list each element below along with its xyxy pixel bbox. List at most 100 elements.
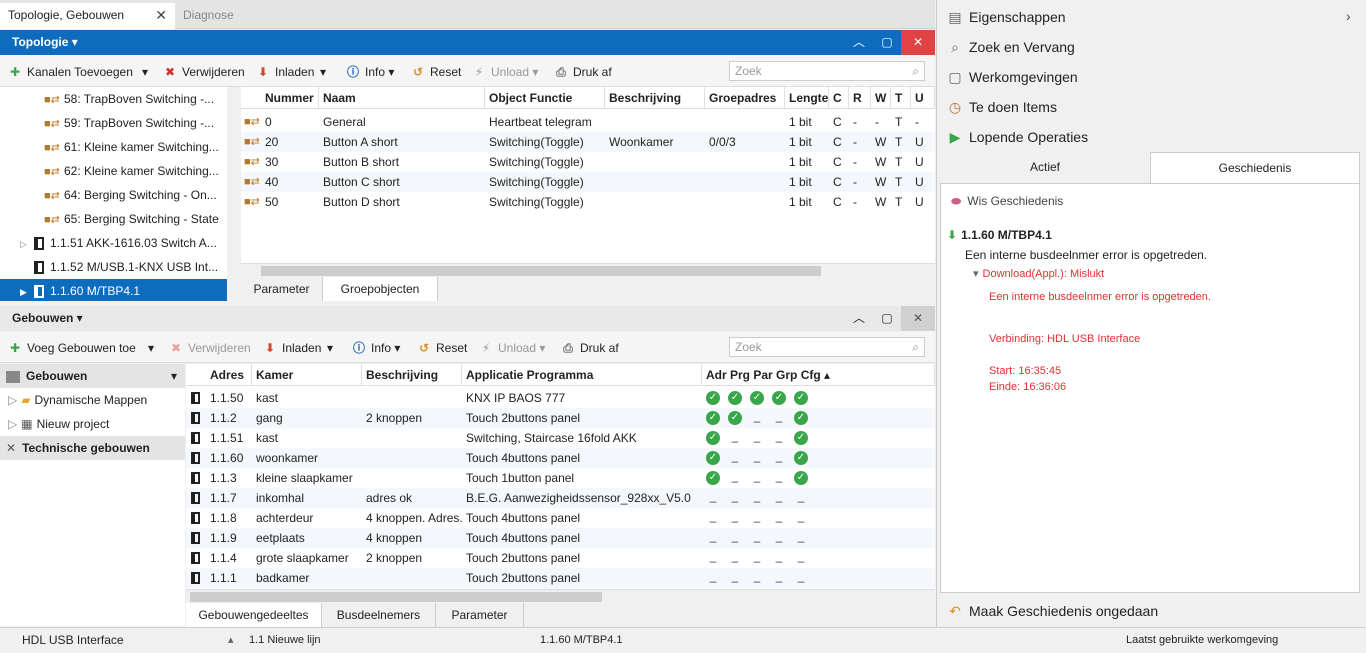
print-button[interactable]: ⎙ Druk af xyxy=(554,63,612,81)
tree-item[interactable]: ■⇄ 64: Berging Switching - On... xyxy=(0,183,227,207)
collapse-icon[interactable]: ︿ xyxy=(845,30,873,55)
table-row[interactable]: 1.1.1 badkamer Touch 2buttons panel – – – – – xyxy=(186,568,935,588)
table-row[interactable]: 1.1.7 inkomhal adres ok B.E.G. Aanwezigheid… xyxy=(186,488,935,508)
table-row[interactable]: ■⇄ 50 Button D short Switching(Toggle) 1 bit… xyxy=(241,192,935,212)
tab-geschiedenis[interactable]: Geschiedenis xyxy=(1150,152,1360,183)
undo-history-button[interactable]: ↶ Maak Geschiedenis ongedaan xyxy=(946,598,1158,624)
todo-item[interactable]: ◷ Te doen Items xyxy=(946,94,1057,120)
table-row[interactable]: 1.1.8 achterdeur 4 knoppen. Adres... Touch … xyxy=(186,508,935,528)
column-header[interactable]: Naam xyxy=(319,87,485,109)
collapse-icon[interactable]: ︿ xyxy=(845,306,873,331)
expand-icon[interactable]: ▷ xyxy=(8,417,17,431)
expand-icon[interactable]: ▶ xyxy=(20,280,34,301)
clear-history-button[interactable]: ⬬ Wis Geschiedenis xyxy=(951,194,1063,209)
scroll-thumb[interactable] xyxy=(261,266,821,276)
expand-icon[interactable]: ▷ xyxy=(20,232,34,256)
tree-item[interactable]: ▶ 1.1.60 M/TBP4.1 xyxy=(0,279,227,301)
dropdown-arrow-icon[interactable]: ▾ xyxy=(142,63,148,81)
close-icon[interactable]: ✕ xyxy=(901,30,935,55)
technical-buildings-header[interactable]: ✕ Technische gebouwen xyxy=(0,436,185,460)
unload-button[interactable]: ⚡ Unload ▾ xyxy=(472,63,539,81)
tab-topologie-gebouwen[interactable]: Topologie, Gebouwen ✕ xyxy=(0,3,175,29)
table-row[interactable]: 1.1.3 kleine slaapkamer Touch 1button pane… xyxy=(186,468,935,488)
tree-item[interactable]: ■⇄ 58: TrapBoven Switching -... xyxy=(0,87,227,111)
tree-item[interactable]: 1.1.52 M/USB.1-KNX USB Int... xyxy=(0,255,227,279)
download-failed-item[interactable]: ▾ Download(Appl.): Mislukt xyxy=(973,267,1104,280)
table-row[interactable]: ■⇄ 40 Button C short Switching(Toggle) 1 bit… xyxy=(241,172,935,192)
workspaces-item[interactable]: ▢ Werkomgevingen xyxy=(946,64,1077,90)
table-row[interactable]: 1.1.4 grote slaapkamer 2 knoppen Touch 2but… xyxy=(186,548,935,568)
add-buildings-button[interactable]: ✚ Voeg Gebouwen toe xyxy=(8,339,136,357)
reset-button[interactable]: ↺ Reset xyxy=(411,63,461,81)
unload-button[interactable]: ⚡ Unload ▾ xyxy=(479,339,546,357)
tab-parameter[interactable]: Parameter xyxy=(241,277,323,301)
dropdown-arrow-icon[interactable]: ▾ xyxy=(148,339,154,357)
tab-busdeelnemers[interactable]: Busdeelnemers xyxy=(322,603,436,627)
column-header[interactable]: Groepadres xyxy=(705,87,785,109)
reset-button[interactable]: ↺ Reset xyxy=(417,339,467,357)
tree-item[interactable]: ■⇄ 62: Kleine kamer Switching... xyxy=(0,159,227,183)
remove-button[interactable]: ✖ Verwijderen xyxy=(163,63,245,81)
scroll-thumb[interactable] xyxy=(190,592,602,602)
topology-search-input[interactable]: Zoek ⌕ xyxy=(729,61,925,81)
table-row[interactable]: 1.1.51 kast Switching, Staircase 16fold AK… xyxy=(186,428,935,448)
info-button[interactable]: ⓘ Info ▾ xyxy=(352,339,400,357)
table-row[interactable]: 1.1.60 woonkamer Touch 4buttons panel ✓ – – – ✓ xyxy=(186,448,935,468)
table-row[interactable]: ■⇄ 30 Button B short Switching(Toggle) 1 bit… xyxy=(241,152,935,172)
print-button[interactable]: ⎙ Druk af xyxy=(561,339,619,357)
table-row[interactable]: ■⇄ 20 Button A short Switching(Toggle) Woonk… xyxy=(241,132,935,152)
expand-icon[interactable]: ▷ xyxy=(8,393,17,407)
column-header[interactable]: C xyxy=(829,87,849,109)
table-row[interactable]: 1.1.9 eetplaats 4 knoppen Touch 4buttons pa… xyxy=(186,528,935,548)
table-row[interactable]: 1.1.50 kast KNX IP BAOS 777 ✓ ✓ ✓ ✓ ✓ xyxy=(186,388,935,408)
chevron-up-icon[interactable]: ▴ xyxy=(228,628,234,653)
column-header[interactable]: T xyxy=(891,87,911,109)
info-button[interactable]: ⓘ Info ▾ xyxy=(346,63,394,81)
column-header[interactable]: W xyxy=(871,87,891,109)
column-header[interactable]: Kamer xyxy=(252,364,362,386)
add-channels-button[interactable]: ✚ Kanalen Toevoegen xyxy=(8,63,133,81)
dropdown-arrow-icon[interactable]: ▾ xyxy=(327,339,333,357)
tree-item-dynamische-mappen[interactable]: ▷ ▰ Dynamische Mappen xyxy=(0,388,147,412)
close-icon[interactable]: ✕ xyxy=(901,306,935,331)
buildings-title[interactable]: Gebouwen ▾ xyxy=(12,311,83,325)
tab-groepobjecten[interactable]: Groepobjecten xyxy=(323,277,438,301)
tree-item-nieuw-project[interactable]: ▷ ▦ Nieuw project xyxy=(0,412,109,436)
tab-parameter[interactable]: Parameter xyxy=(436,603,524,627)
column-header[interactable]: Adres xyxy=(206,364,252,386)
buildings-search-input[interactable]: Zoek ⌕ xyxy=(729,337,925,357)
expand-down-icon[interactable]: ▾ xyxy=(973,268,979,280)
tree-item[interactable]: ■⇄ 59: TrapBoven Switching -... xyxy=(0,111,227,135)
tab-diagnose[interactable]: Diagnose xyxy=(175,3,345,29)
column-header[interactable]: Beschrijving xyxy=(605,87,705,109)
column-header[interactable]: U xyxy=(911,87,935,109)
remove-button[interactable]: ✖ Verwijderen xyxy=(169,339,251,357)
status-interface[interactable]: HDL USB Interface xyxy=(22,628,124,653)
column-header[interactable]: Lengte xyxy=(785,87,829,109)
tree-item[interactable]: ■⇄ 61: Kleine kamer Switching... xyxy=(0,135,227,159)
history-entry-title[interactable]: ⬇ 1.1.60 M/TBP4.1 xyxy=(947,228,1052,242)
close-icon[interactable]: ✕ xyxy=(155,3,167,27)
column-header[interactable]: Adr Prg Par Grp Cfg ▴ xyxy=(702,364,935,386)
load-button[interactable]: ⬇ Inladen xyxy=(256,63,314,81)
running-operations-item[interactable]: ▶ Lopende Operaties xyxy=(946,124,1088,150)
dropdown-arrow-icon[interactable]: ▾ xyxy=(320,63,326,81)
horizontal-scrollbar[interactable] xyxy=(186,589,935,603)
maximize-icon[interactable]: ▢ xyxy=(873,306,901,331)
dropdown-arrow-icon[interactable]: ▾ xyxy=(171,364,177,388)
tree-scrollbar[interactable] xyxy=(227,87,240,301)
tree-item[interactable]: ■⇄ 65: Berging Switching - State xyxy=(0,207,227,231)
tab-gebouwengedeeltes[interactable]: Gebouwengedeeltes xyxy=(186,603,322,627)
maximize-icon[interactable]: ▢ xyxy=(873,30,901,55)
properties-item[interactable]: ▤ Eigenschappen xyxy=(946,4,1065,30)
column-header[interactable]: Object Functie xyxy=(485,87,605,109)
load-button[interactable]: ⬇ Inladen xyxy=(263,339,321,357)
topology-title[interactable]: Topologie ▾ xyxy=(12,35,78,49)
column-header[interactable]: R xyxy=(849,87,871,109)
tree-item[interactable]: ▷ 1.1.51 AKK-1616.03 Switch A... xyxy=(0,231,227,255)
tab-actief[interactable]: Actief xyxy=(940,152,1150,183)
column-header[interactable]: Nummer xyxy=(261,87,319,109)
chevron-right-icon[interactable]: › xyxy=(1346,8,1351,24)
horizontal-scrollbar[interactable] xyxy=(241,263,935,277)
table-row[interactable]: ■⇄ 0 General Heartbeat telegram 1 bit C - - T - xyxy=(241,112,935,132)
